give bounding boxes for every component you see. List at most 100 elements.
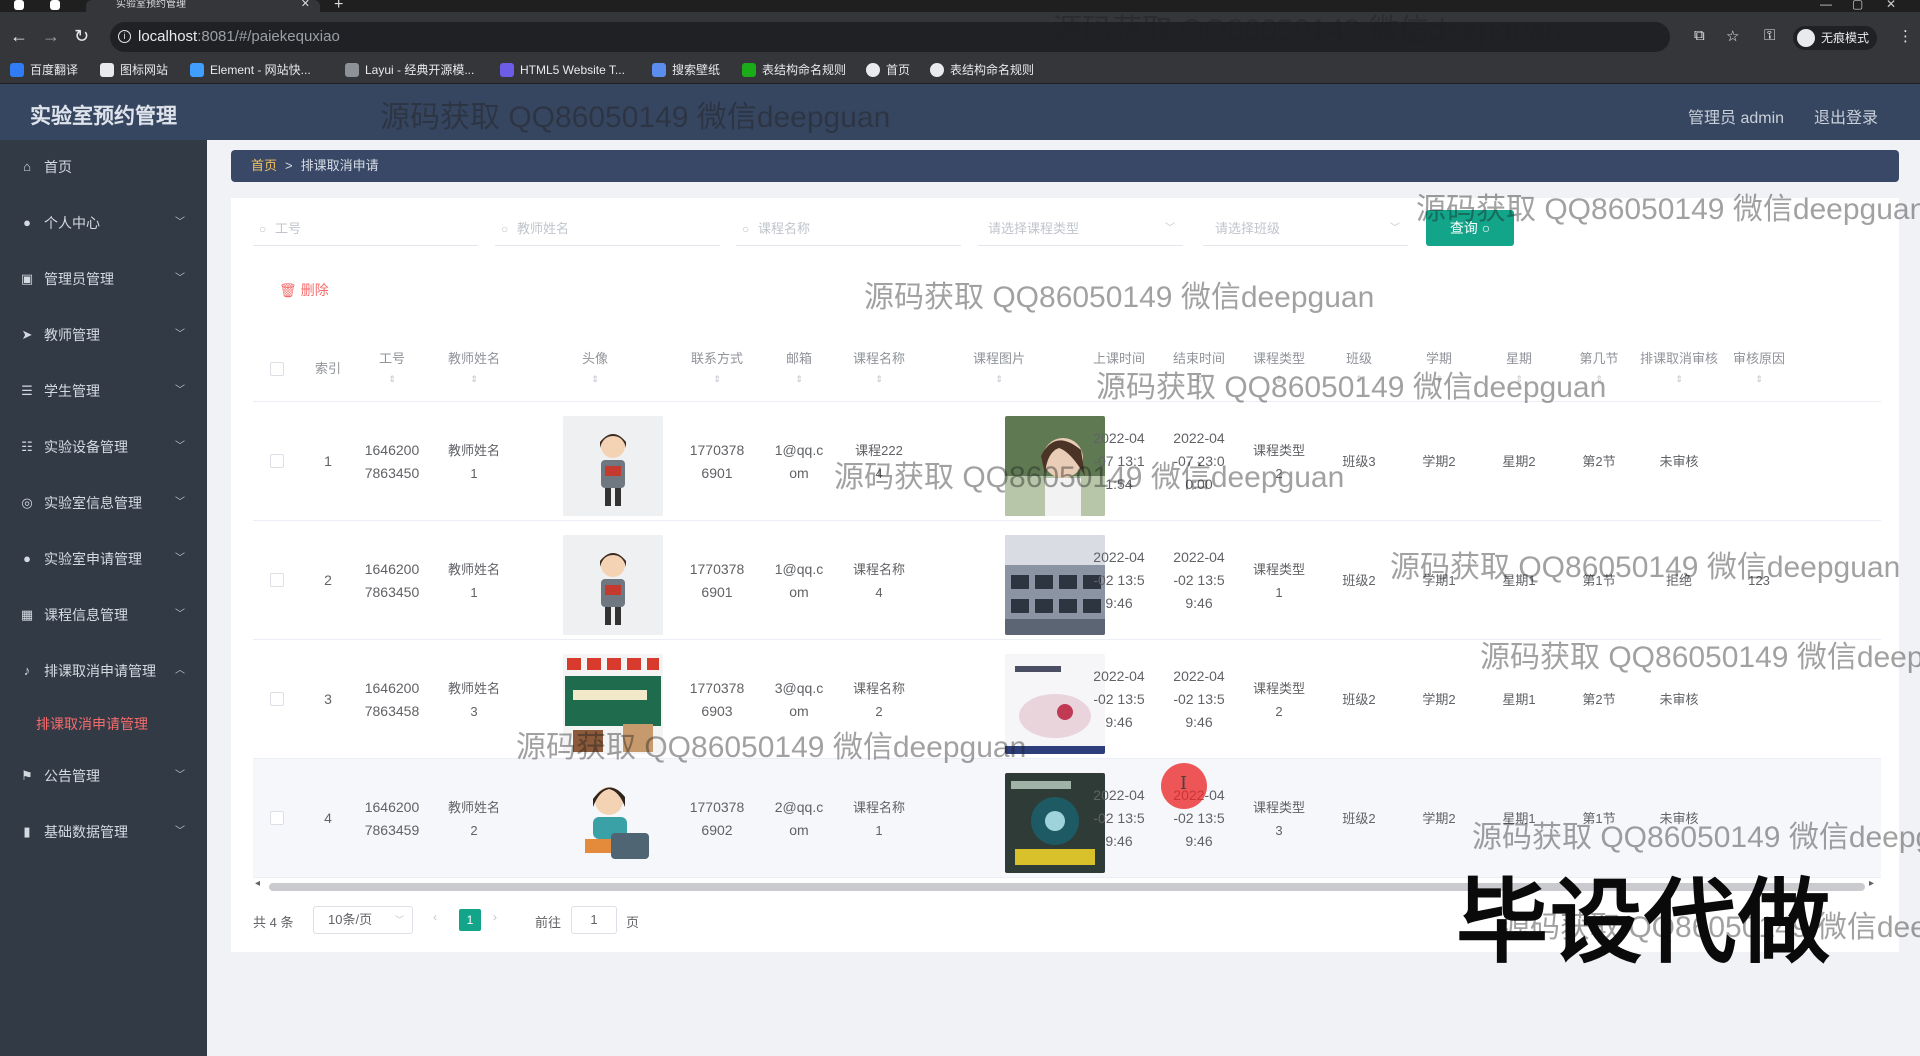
bookmark-item[interactable]: 表结构命名规则 xyxy=(742,62,846,78)
column-header-teacher-name[interactable]: 教师姓名 ⇕ xyxy=(433,336,515,402)
class-select[interactable]: 请选择班级 ﹀ xyxy=(1203,212,1408,246)
scroll-left-icon[interactable]: ◂ xyxy=(255,878,260,889)
password-key-icon[interactable]: ⚿ xyxy=(1764,27,1775,44)
sort-icon[interactable]: ⇕ xyxy=(795,369,803,389)
sidebar-subitem-cancel-apply-manage[interactable]: 排课取消申请管理 xyxy=(0,702,207,746)
select-all-checkbox[interactable] xyxy=(270,362,284,376)
sort-icon[interactable]: ⇕ xyxy=(1195,369,1203,389)
bookmark-item[interactable]: Layui - 经典开源模... xyxy=(345,62,474,78)
column-header-avatar[interactable]: 头像 ⇕ xyxy=(515,336,675,402)
reload-icon[interactable]: ↻ xyxy=(74,26,89,46)
app-header: 实验室预约管理 管理员 admin 退出登录 xyxy=(0,84,1920,140)
course-type-select[interactable]: 请选择课程类型 ﹀ xyxy=(978,212,1183,246)
back-icon[interactable]: ← xyxy=(10,26,28,46)
column-header-class[interactable]: 班级 ⇕ xyxy=(1319,336,1399,402)
column-header-review[interactable]: 排课取消审核 ⇕ xyxy=(1639,336,1719,402)
next-page-icon[interactable]: › xyxy=(493,910,497,924)
sort-icon[interactable]: ⇕ xyxy=(995,369,1003,389)
tab-search-icon[interactable] xyxy=(50,0,60,10)
sort-icon[interactable]: ⇕ xyxy=(1115,369,1123,389)
scroll-right-icon[interactable]: ▸ xyxy=(1869,878,1874,889)
teacher-name-input[interactable]: ○ 教师姓名 xyxy=(495,212,720,246)
sidebar-item-lab-info[interactable]: ◎ 实验室信息管理 ﹀ xyxy=(0,481,207,525)
tab-close-icon[interactable]: ✕ xyxy=(301,0,310,10)
column-header-end-time[interactable]: 结束时间 ⇕ xyxy=(1159,336,1239,402)
bookmark-item[interactable]: 图标网站 xyxy=(100,62,168,78)
sidebar-item-students[interactable]: ☰ 学生管理 ﹀ xyxy=(0,369,207,413)
logout-button[interactable]: 退出登录 xyxy=(1814,104,1878,128)
sort-icon[interactable]: ⇕ xyxy=(591,369,599,389)
bookmark-star-icon[interactable]: ☆ xyxy=(1726,27,1739,45)
user-icon: ● xyxy=(23,551,31,566)
column-header-reason[interactable]: 审核原因 ⇕ xyxy=(1719,336,1799,402)
row-checkbox[interactable] xyxy=(270,811,284,825)
site-info-icon[interactable]: i xyxy=(118,30,131,43)
bookmark-item[interactable]: 首页 xyxy=(866,62,910,78)
page-number-current[interactable]: 1 xyxy=(459,909,481,931)
row-checkbox[interactable] xyxy=(270,454,284,468)
row-checkbox[interactable] xyxy=(270,692,284,706)
sort-icon[interactable]: ⇕ xyxy=(388,369,396,389)
column-header-start-time[interactable]: 上课时间 ⇕ xyxy=(1079,336,1159,402)
forward-icon[interactable]: → xyxy=(42,26,60,46)
sort-icon[interactable]: ⇕ xyxy=(1355,369,1363,389)
delete-button[interactable]: 🗑 删除 xyxy=(279,280,329,300)
sort-icon[interactable]: ⇕ xyxy=(1675,369,1683,389)
cell-course-name: 课程名称 2 xyxy=(852,680,905,719)
column-header-email[interactable]: 邮箱 ⇕ xyxy=(759,336,839,402)
grid-icon: ▦ xyxy=(20,607,34,622)
minimize-icon[interactable]: — xyxy=(1820,0,1832,11)
sort-icon[interactable]: ⇕ xyxy=(875,369,883,389)
bookmark-item[interactable]: Element - 网站快... xyxy=(190,62,311,78)
sort-icon[interactable]: ⇕ xyxy=(1515,369,1523,389)
table-row[interactable]: 3 1646200 7863458 教师姓名 3 1770378 6903 3@qq.… xyxy=(253,640,1881,759)
column-header-section[interactable]: 第几节 ⇕ xyxy=(1559,336,1639,402)
sidebar-item-equipment[interactable]: ☷ 实验设备管理 ﹀ xyxy=(0,425,207,469)
sort-icon[interactable]: ⇕ xyxy=(1435,369,1443,389)
close-window-icon[interactable]: ✕ xyxy=(1886,0,1896,11)
sidebar-item-profile[interactable]: ● 个人中心 ﹀ xyxy=(0,201,207,245)
sidebar-item-notices[interactable]: ⚑ 公告管理 ﹀ xyxy=(0,754,207,798)
table-row[interactable]: 2 1646200 7863450 教师姓名 1 1770378 6901 1@qq.… xyxy=(253,521,1881,640)
column-header-weekday[interactable]: 星期 ⇕ xyxy=(1479,336,1559,402)
course-name-input[interactable]: ○ 课程名称 xyxy=(736,212,961,246)
bookmark-item[interactable]: 搜索壁纸 xyxy=(652,62,720,78)
browser-tab[interactable]: 实验室预约管理 ✕ xyxy=(86,0,320,12)
column-header-course-type[interactable]: 课程类型 ⇕ xyxy=(1239,336,1319,402)
sidebar-item-course-info[interactable]: ▦ 课程信息管理 ﹀ xyxy=(0,593,207,637)
breadcrumb-home[interactable]: 首页 xyxy=(251,158,277,173)
sort-icon[interactable]: ⇕ xyxy=(713,369,721,389)
sort-icon[interactable]: ⇕ xyxy=(1275,369,1283,389)
sidebar-item-cancel-apply[interactable]: ♪ 排课取消申请管理 ︿ xyxy=(0,649,207,693)
incognito-profile-button[interactable]: 无痕模式 xyxy=(1793,26,1878,50)
url-input[interactable]: i localhost:8081/#/paiekequxiao xyxy=(110,22,1670,52)
goto-page-input[interactable]: 1 xyxy=(571,906,617,934)
bookmark-item[interactable]: 百度翻译 xyxy=(10,62,78,78)
sidebar-item-teachers[interactable]: ➤ 教师管理 ﹀ xyxy=(0,313,207,357)
sidebar-item-lab-apply[interactable]: ● 实验室申请管理 ﹀ xyxy=(0,537,207,581)
maximize-icon[interactable]: ▢ xyxy=(1852,0,1863,11)
column-header-course-name[interactable]: 课程名称 ⇕ xyxy=(839,336,919,402)
prev-page-icon[interactable]: ‹ xyxy=(433,910,437,924)
sort-icon[interactable]: ⇕ xyxy=(1595,369,1603,389)
translate-icon[interactable]: ⧉ xyxy=(1694,27,1705,44)
page-size-select[interactable]: 10条/页 ﹀ xyxy=(313,906,413,934)
sort-icon[interactable]: ⇕ xyxy=(470,369,478,389)
bookmark-item[interactable]: 表结构命名规则 xyxy=(930,62,1034,78)
query-button[interactable]: 查询 ○ xyxy=(1426,210,1514,246)
globe-icon: ◎ xyxy=(21,495,33,510)
column-header-staff-no[interactable]: 工号 ⇕ xyxy=(351,336,433,402)
sidebar-item-home[interactable]: ⌂ 首页 xyxy=(0,145,207,189)
browser-menu-icon[interactable] xyxy=(14,0,24,10)
staff-no-input[interactable]: ○ 工号 xyxy=(253,212,478,246)
sort-icon[interactable]: ⇕ xyxy=(1755,369,1763,389)
column-header-course-image[interactable]: 课程图片 ⇕ xyxy=(919,336,1079,402)
browser-more-icon[interactable]: ⋮ xyxy=(1898,27,1913,45)
table-row[interactable]: 1 1646200 7863450 教师姓名 1 1770378 6901 1@qq.… xyxy=(253,402,1881,521)
row-checkbox[interactable] xyxy=(270,573,284,587)
sidebar-item-admins[interactable]: ▣ 管理员管理 ﹀ xyxy=(0,257,207,301)
column-header-phone[interactable]: 联系方式 ⇕ xyxy=(675,336,759,402)
column-header-semester[interactable]: 学期 ⇕ xyxy=(1399,336,1479,402)
sidebar-item-base-data[interactable]: ▮ 基础数据管理 ﹀ xyxy=(0,810,207,854)
bookmark-item[interactable]: HTML5 Website T... xyxy=(500,62,625,78)
